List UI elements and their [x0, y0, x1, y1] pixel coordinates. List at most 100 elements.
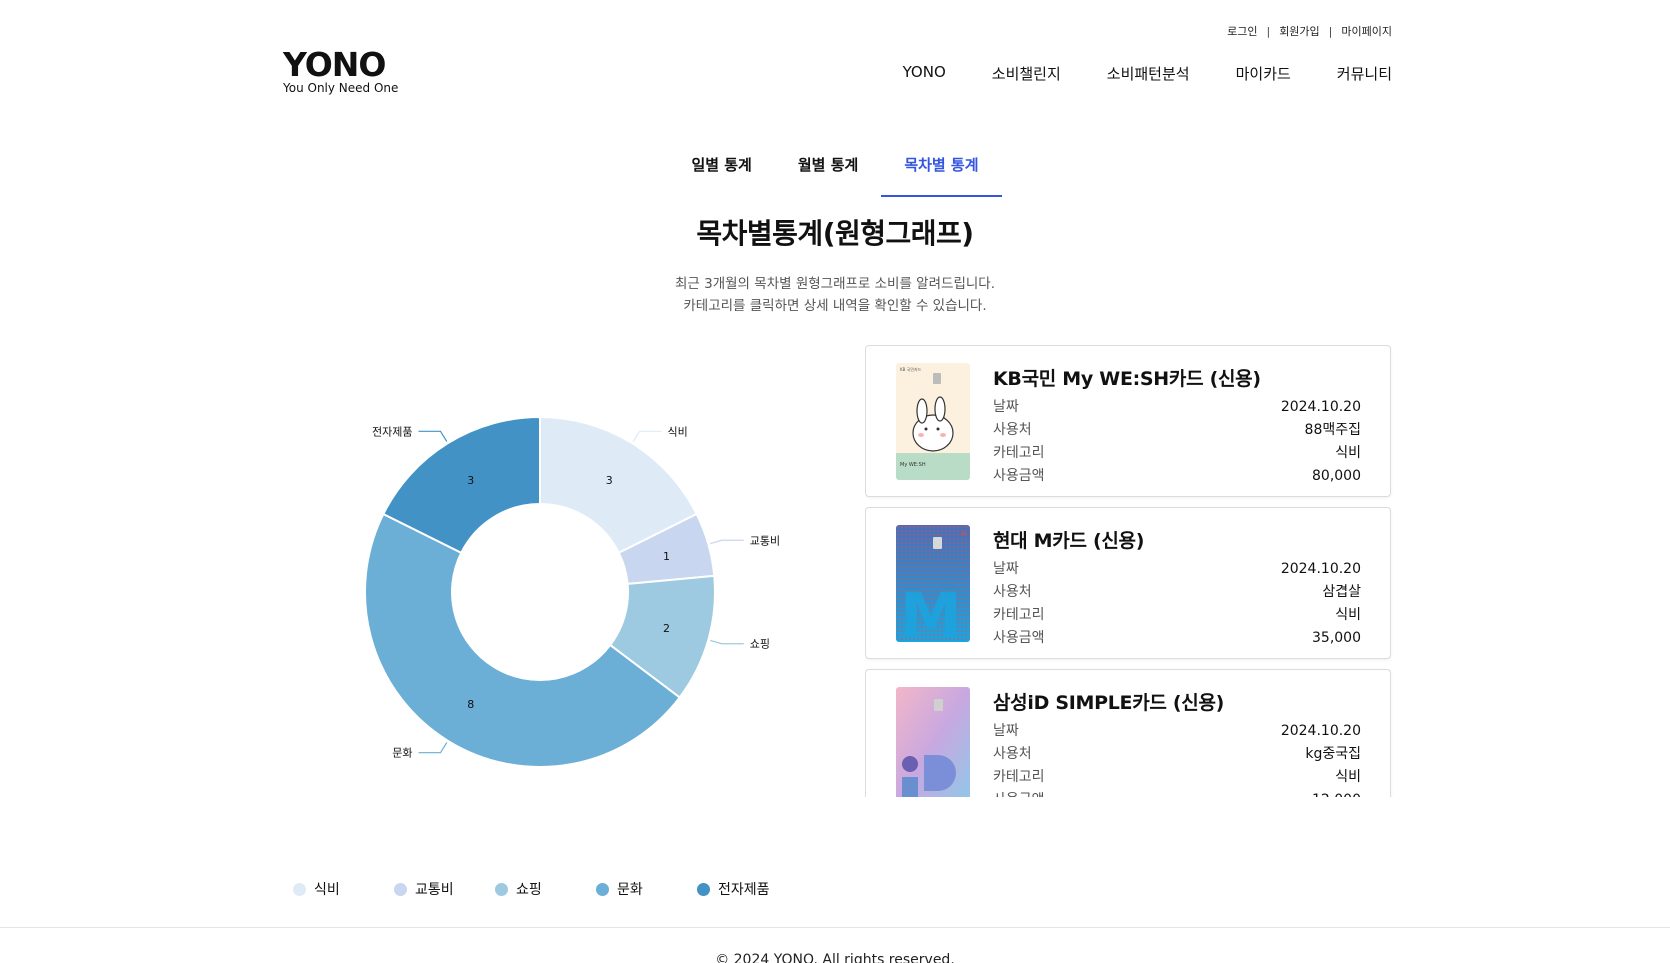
detail-label: 날짜: [993, 399, 1019, 415]
legend-item-transport[interactable]: 교통비: [394, 879, 495, 899]
donut-value-label: 3: [606, 474, 613, 487]
legend-dot: [495, 882, 508, 896]
legend-item-culture[interactable]: 문화: [596, 879, 697, 899]
donut-leader-line: [418, 430, 448, 442]
nav-item-my-card[interactable]: 마이카드: [1236, 63, 1291, 84]
legend-item-food[interactable]: 식비: [293, 879, 394, 899]
yono-logo[interactable]: YONO You Only Need One: [283, 45, 398, 95]
top-utility-links: 로그인 | 회원가입 | 마이페이지: [1227, 23, 1392, 39]
card-name: 현대 M카드 (신용): [993, 530, 1145, 552]
transaction-card[interactable]: KB 국민카드 My WE:SH KB국민 My WE:SH카드 (신용) 날짜…: [865, 345, 1391, 497]
legend-label: 쇼핑: [516, 882, 542, 898]
tab-monthly-stats[interactable]: 월별 통계: [775, 140, 881, 197]
detail-row-category: 카테고리 식비: [993, 766, 1361, 789]
detail-row-date: 날짜 2024.10.20: [993, 720, 1361, 743]
detail-row-date: 날짜 2024.10.20: [993, 396, 1361, 419]
page-title: 목차별통계(원형그래프): [696, 217, 974, 250]
detail-value: 식비: [1335, 607, 1361, 623]
detail-row-date: 날짜 2024.10.20: [993, 558, 1361, 581]
page-description-line-2: 카테고리를 클릭하면 상세 내역을 확인할 수 있습니다.: [683, 298, 987, 314]
signup-link[interactable]: 회원가입: [1279, 23, 1319, 39]
detail-row-category: 카테고리 식비: [993, 604, 1361, 627]
detail-value: 35,000: [1312, 630, 1361, 646]
transaction-card[interactable]: 삼성iD SIMPLE카드 (신용) 날짜 2024.10.20 사용처 kg중국집…: [865, 669, 1391, 797]
page-description: 최근 3개월의 목차별 원형그래프로 소비를 알려드립니다. 카테고리를 클릭하…: [0, 273, 1670, 317]
svg-text:KB 국민카드: KB 국민카드: [900, 366, 922, 372]
donut-category-label: 문화: [392, 747, 412, 760]
page-description-line-1: 최근 3개월의 목차별 원형그래프로 소비를 알려드립니다.: [675, 276, 995, 292]
legend-item-electronics[interactable]: 전자제품: [697, 879, 798, 899]
nav-item-community[interactable]: 커뮤니티: [1337, 63, 1392, 84]
legend-label: 문화: [617, 882, 643, 898]
nav-item-pattern-analysis[interactable]: 소비패턴분석: [1107, 63, 1190, 84]
legend-dot: [697, 882, 710, 896]
donut-category-label: 전자제품: [372, 425, 412, 438]
footer-copyright: © 2024 YONO. All rights reserved.: [715, 952, 955, 963]
detail-label: 카테고리: [993, 445, 1045, 461]
detail-value: 식비: [1335, 769, 1361, 785]
legend-dot: [394, 882, 407, 896]
detail-label: 사용금액: [993, 630, 1045, 646]
card-name: KB국민 My WE:SH카드 (신용): [993, 368, 1261, 390]
stats-tabs: 일별 통계 월별 통계 목차별 통계: [0, 140, 1670, 197]
detail-value: 삼겹살: [1322, 584, 1361, 600]
detail-label: 사용처: [993, 584, 1032, 600]
card-details: 날짜 2024.10.20 사용처 88맥주집 카테고리 식비 사용금액 80,000: [993, 396, 1361, 488]
detail-row-category: 카테고리 식비: [993, 442, 1361, 465]
detail-value: 2024.10.20: [1280, 723, 1361, 739]
legend-label: 식비: [314, 882, 340, 898]
transaction-card-list[interactable]: KB 국민카드 My WE:SH KB국민 My WE:SH카드 (신용) 날짜…: [865, 345, 1395, 797]
legend-dot: [293, 882, 306, 896]
footer-divider: [0, 927, 1670, 928]
detail-row-merchant: 사용처 삼겹살: [993, 581, 1361, 604]
detail-value: 2024.10.20: [1280, 561, 1361, 577]
donut-leader-line: [710, 539, 744, 545]
donut-category-label: 쇼핑: [750, 638, 770, 651]
detail-value: 80,000: [1312, 468, 1361, 484]
separator: |: [1266, 24, 1271, 38]
nav-item-yono[interactable]: YONO: [903, 63, 946, 84]
card-name: 삼성iD SIMPLE카드 (신용): [993, 692, 1225, 714]
login-link[interactable]: 로그인: [1227, 23, 1257, 39]
donut-value-label: 3: [467, 474, 474, 487]
tab-daily-stats[interactable]: 일별 통계: [668, 140, 774, 197]
donut-value-label: 1: [663, 550, 670, 563]
samsung-id-simple-card-icon: [896, 687, 970, 797]
category-donut-chart: 3 식비 1 교통비 2 쇼핑 8 문화 3 전자제품: [330, 345, 850, 800]
detail-value: 2024.10.20: [1280, 399, 1361, 415]
detail-label: 카테고리: [993, 607, 1045, 623]
card-details: 날짜 2024.10.20 사용처 삼겹살 카테고리 식비 사용금액 35,000: [993, 558, 1361, 650]
donut-chart-svg: 3 식비 1 교통비 2 쇼핑 8 문화 3 전자제품: [364, 415, 780, 768]
legend-label: 전자제품: [718, 882, 770, 898]
detail-value: 식비: [1335, 445, 1361, 461]
detail-label: 날짜: [993, 723, 1019, 739]
donut-value-label: 2: [663, 622, 670, 635]
legend-item-shopping[interactable]: 쇼핑: [495, 879, 596, 899]
donut-category-label: 식비: [667, 425, 687, 438]
donut-leader-line: [710, 639, 744, 645]
detail-value: kg중국집: [1305, 746, 1361, 762]
transaction-card[interactable]: M + 현대 M카드 (신용) 날짜 2024.10.20 사용처 삼겹살 카테고리…: [865, 507, 1391, 659]
mypage-link[interactable]: 마이페이지: [1341, 23, 1392, 39]
detail-row-merchant: 사용처 kg중국집: [993, 743, 1361, 766]
donut-leader-line: [418, 742, 448, 754]
detail-label: 사용금액: [993, 789, 1045, 797]
donut-category-label: 교통비: [750, 534, 780, 547]
legend-label: 교통비: [415, 882, 454, 898]
legend-dot: [596, 882, 609, 896]
main-nav: YONO 소비챌린지 소비패턴분석 마이카드 커뮤니티: [903, 63, 1392, 84]
separator: |: [1328, 24, 1333, 38]
detail-row-merchant: 사용처 88맥주집: [993, 419, 1361, 442]
chart-legend: 식비 교통비 쇼핑 문화 전자제품: [293, 879, 798, 899]
detail-label: 사용처: [993, 746, 1032, 762]
kb-wesh-card-icon: KB 국민카드 My WE:SH: [896, 363, 970, 480]
svg-text:M: M: [900, 579, 962, 642]
svg-text:My WE:SH: My WE:SH: [900, 462, 926, 468]
nav-item-challenge[interactable]: 소비챌린지: [992, 63, 1061, 84]
detail-value: 88맥주집: [1304, 422, 1361, 438]
detail-row-amount: 사용금액 12,000: [993, 789, 1361, 797]
detail-label: 카테고리: [993, 769, 1045, 785]
tab-category-stats[interactable]: 목차별 통계: [881, 140, 1002, 197]
logo-title: YONO: [283, 45, 386, 84]
detail-value: 12,000: [1312, 789, 1361, 797]
